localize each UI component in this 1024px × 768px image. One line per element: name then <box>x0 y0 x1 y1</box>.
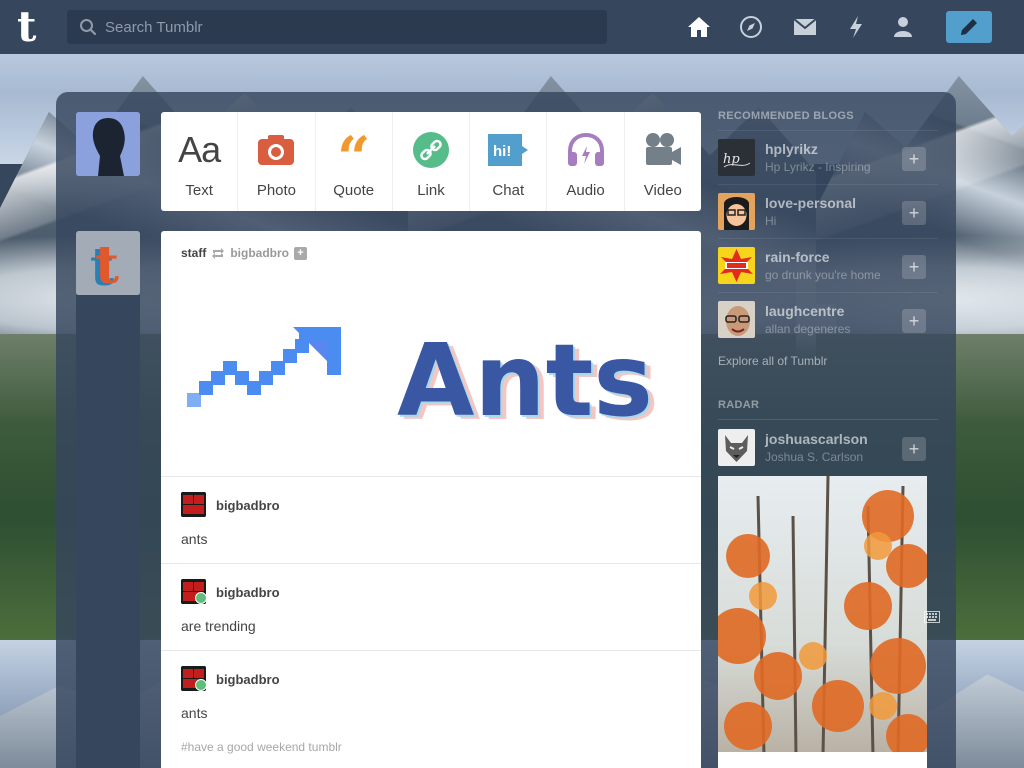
recommended-blog[interactable]: love-personal Hi + <box>718 184 938 238</box>
svg-text:t: t <box>95 235 119 295</box>
post-type-link[interactable]: Link <box>393 112 471 211</box>
reblog-icon <box>212 247 225 259</box>
video-icon <box>644 130 682 170</box>
reply-text: are trending <box>181 618 256 634</box>
post-tags[interactable]: #have a good weekend tumblr <box>181 740 342 754</box>
ants-trending-image: Ants Ants Ants <box>187 322 659 431</box>
avatar[interactable] <box>718 301 755 338</box>
avatar[interactable] <box>718 193 755 230</box>
keyboard-icon[interactable] <box>924 611 940 623</box>
chat-icon: hi! <box>487 130 529 170</box>
follow-button[interactable]: + <box>902 309 926 333</box>
staff-avatar[interactable]: t t <box>76 231 140 295</box>
follow-button[interactable]: + <box>902 201 926 225</box>
post-type-bar: Aa Text Photo “ Quote Link hi! Chat Audi… <box>161 112 701 211</box>
post-type-quote[interactable]: “ Quote <box>316 112 393 211</box>
post-type-audio[interactable]: Audio <box>547 112 625 211</box>
follow-button[interactable]: + <box>902 437 926 461</box>
avatar[interactable] <box>718 247 755 284</box>
post-type-photo[interactable]: Photo <box>238 112 316 211</box>
reply-username[interactable]: bigbadbro <box>216 498 280 513</box>
divider <box>718 419 938 420</box>
blog-name: love-personal <box>765 195 857 211</box>
radar-post-footer <box>718 752 927 768</box>
search-bar[interactable] <box>67 10 607 44</box>
left-rail <box>76 295 140 768</box>
tumblr-logo[interactable]: t <box>17 6 51 48</box>
avatar[interactable]: hp <box>718 139 755 176</box>
post-type-chat[interactable]: hi! Chat <box>470 112 548 211</box>
radar-post-image[interactable] <box>718 476 927 756</box>
top-nav: t <box>0 0 1024 54</box>
post-author[interactable]: staff <box>181 246 206 260</box>
search-input[interactable] <box>105 10 595 44</box>
blog-subtitle: Joshua S. Carlson <box>765 450 864 464</box>
post-type-video[interactable]: Video <box>625 112 701 211</box>
reply-item: bigbadbro ants <box>161 476 701 563</box>
ants-text: Ants <box>397 322 653 431</box>
post-type-text[interactable]: Aa Text <box>161 112 239 211</box>
user-avatar[interactable] <box>76 112 140 176</box>
blog-name: joshuascarlson <box>765 431 868 447</box>
activity-icon[interactable] <box>842 13 870 41</box>
account-icon[interactable] <box>889 13 917 41</box>
blog-subtitle: allan degeneres <box>765 322 851 336</box>
inbox-icon[interactable] <box>791 13 819 41</box>
blog-name: hplyrikz <box>765 141 818 157</box>
avatar[interactable] <box>181 579 206 604</box>
quote-icon: “ <box>337 124 371 192</box>
blog-subtitle: Hi <box>765 214 777 228</box>
recommended-blog[interactable]: laughcentre allan degeneres + <box>718 292 938 346</box>
compose-button[interactable] <box>946 11 992 43</box>
explore-icon[interactable] <box>737 13 765 41</box>
reply-item: bigbadbro are trending <box>161 563 701 650</box>
recommended-blogs-title: RECOMMENDED BLOGS <box>718 110 854 122</box>
recommended-blog[interactable]: rain-force go drunk you're home + <box>718 238 938 292</box>
home-icon[interactable] <box>685 13 713 41</box>
camera-icon <box>257 130 295 170</box>
radar-title: RADAR <box>718 399 760 411</box>
search-icon <box>80 19 97 36</box>
avatar[interactable] <box>718 429 755 466</box>
explore-link[interactable]: Explore all of Tumblr <box>718 354 827 368</box>
blog-name: rain-force <box>765 249 830 265</box>
reblog-badge-icon <box>195 679 206 691</box>
follow-button[interactable]: + <box>902 147 926 171</box>
text-icon: Aa <box>178 129 221 170</box>
radar-blog[interactable]: joshuascarlson Joshua S. Carlson + <box>718 421 938 475</box>
reblogged-from[interactable]: bigbadbro <box>230 246 289 260</box>
blog-name: laughcentre <box>765 303 845 319</box>
reblog-badge-icon <box>195 592 206 604</box>
blog-subtitle: Hp Lyrikz - Inspiring <box>765 160 871 174</box>
recommended-blog[interactable]: hp hplyrikz Hp Lyrikz - Inspiring + <box>718 130 938 184</box>
reply-text: ants <box>181 705 208 721</box>
reply-username[interactable]: bigbadbro <box>216 585 280 600</box>
avatar[interactable] <box>181 666 206 691</box>
post-card: staff bigbadbro + Ants Ants Ants bigbadb… <box>161 231 701 768</box>
pencil-icon <box>961 19 977 35</box>
blog-subtitle: go drunk you're home <box>765 268 881 282</box>
reply-text: ants <box>181 531 208 547</box>
post-header: staff bigbadbro + <box>181 246 308 260</box>
svg-text:hi!: hi! <box>493 143 511 160</box>
avatar[interactable] <box>181 492 206 517</box>
follow-button[interactable]: + <box>902 255 926 279</box>
audio-icon <box>566 130 606 170</box>
link-icon <box>412 130 449 170</box>
reply-username[interactable]: bigbadbro <box>216 672 280 687</box>
follow-button[interactable]: + <box>294 246 308 260</box>
